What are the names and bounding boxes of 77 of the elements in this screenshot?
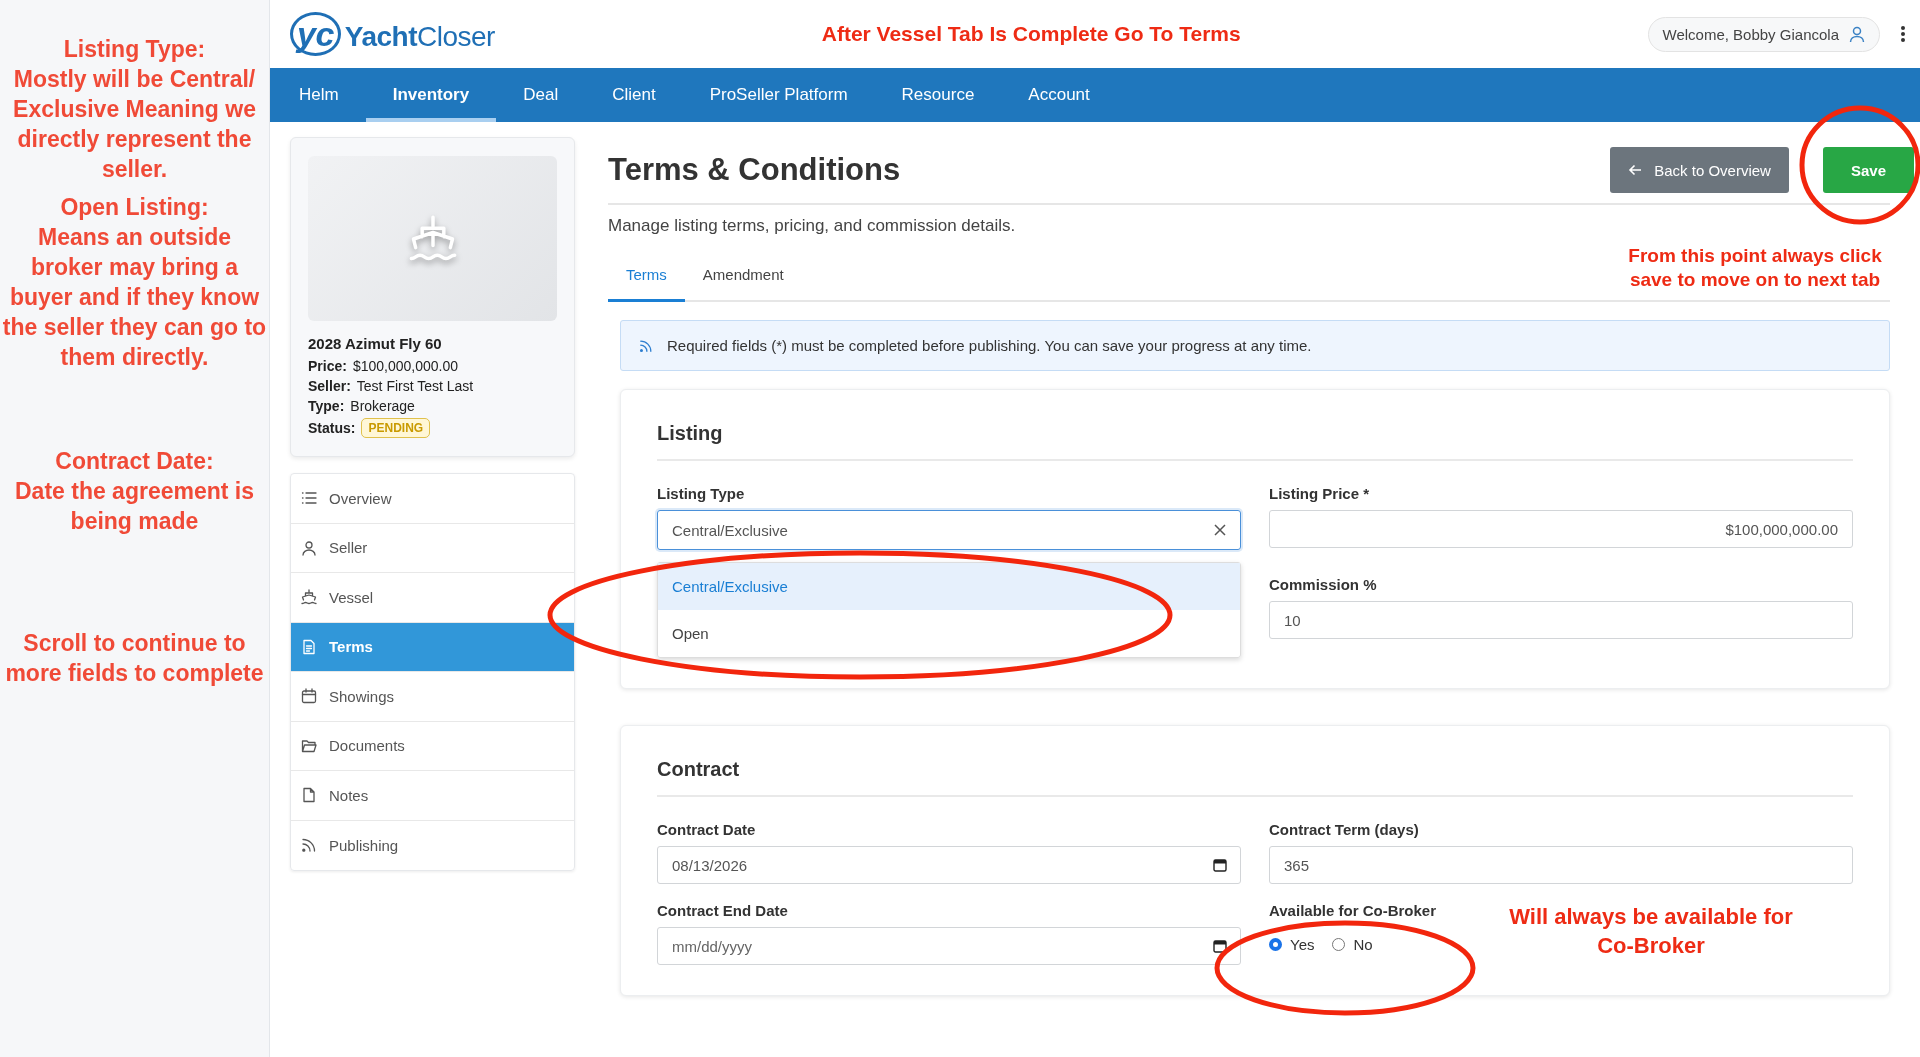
annotation-text: Will always be available for Co-Broker	[1508, 903, 1794, 960]
field-label: Listing Type	[657, 485, 746, 502]
annotation-text: Date the agreement is being made	[14, 477, 255, 536]
annotation-title: Contract Date:	[54, 447, 215, 476]
user-menu[interactable]: Welcome, Bobby Giancola	[1647, 16, 1880, 52]
field-label: Available for Co-Broker	[1269, 902, 1436, 919]
annotation-text: Means an outside broker may bring a buyer and if they know the seller they can go to them directly.	[2, 223, 267, 372]
annotation-text: After Vessel Tab Is Complete Go To Terms	[820, 22, 1242, 46]
tab[interactable]: Terms	[608, 252, 685, 302]
annotation-text: Mostly will be Central/ Exclusive Meaning we directly represent the seller.	[12, 65, 257, 184]
arrow-left-icon	[1628, 164, 1643, 176]
person-icon	[301, 539, 317, 556]
date-field[interactable]: mm/dd/yyyy	[657, 927, 1241, 965]
sidebar-item[interactable]: Notes	[291, 771, 574, 821]
field-value: Brokerage	[350, 398, 415, 414]
field-label: Contract Date	[657, 821, 757, 838]
field-label: Price:	[308, 358, 347, 374]
status-badge: PENDING	[361, 418, 431, 438]
date-field[interactable]: 08/13/2026	[657, 846, 1241, 884]
sidebar-item[interactable]: Publishing	[291, 820, 574, 870]
field-label: Listing Price *	[1269, 485, 1371, 502]
annotation-text: Scroll to continue to more fields to complete	[4, 629, 265, 688]
calendar-icon[interactable]	[1213, 858, 1227, 872]
page-title: Terms & Conditions	[608, 152, 901, 188]
section-title: Listing	[657, 422, 1853, 461]
tab[interactable]: Amendment	[684, 252, 802, 302]
document-icon	[301, 638, 317, 655]
select-field[interactable]: Central/Exclusive	[657, 510, 1241, 550]
feed-icon	[301, 837, 317, 854]
price-field[interactable]: $100,000,000.00	[1269, 510, 1853, 548]
radio-label: No	[1353, 936, 1373, 953]
sidebar-item[interactable]: Vessel	[291, 573, 574, 623]
folder-icon	[301, 737, 317, 754]
logo[interactable]: yc YachtCloser	[290, 12, 495, 56]
boat-icon	[301, 589, 317, 606]
nav-tab[interactable]: Account	[1001, 68, 1117, 122]
calendar-icon[interactable]	[1213, 939, 1227, 953]
listing-title: 2028 Azimut Fly 60	[308, 335, 443, 352]
dropdown-option[interactable]: Central/Exclusive	[658, 563, 1240, 610]
nav-tab[interactable]: Resource	[874, 68, 1002, 122]
field-value: Test First Test Last	[356, 378, 474, 394]
field-label: Status:	[308, 420, 356, 436]
field-value: $100,000,000.00	[352, 358, 459, 374]
field-label: Contract End Date	[657, 902, 789, 919]
radio-button[interactable]	[1269, 938, 1282, 951]
radio-button[interactable]	[1332, 938, 1346, 951]
sidebar-item[interactable]: Seller	[291, 523, 574, 573]
more-icon[interactable]	[1900, 25, 1906, 43]
commission-field[interactable]: 10	[1269, 601, 1853, 639]
field-label: Type:	[308, 398, 345, 414]
page-icon	[301, 787, 317, 804]
field-label: Commission %	[1269, 576, 1378, 593]
nav-tab[interactable]: Deal	[496, 68, 586, 122]
nav-tab[interactable]: Client	[585, 68, 683, 122]
list-icon	[301, 490, 317, 507]
page-subtitle: Manage listing terms, pricing, and commission details.	[608, 216, 1017, 236]
field-label: Contract Term (days)	[1269, 821, 1420, 838]
feed-icon	[639, 338, 653, 353]
close-icon[interactable]	[1214, 524, 1226, 536]
annotation-text: From this point always click save to move on to next tab	[1627, 244, 1883, 292]
back-button[interactable]: Back to Overview	[1610, 147, 1789, 193]
sidebar-item[interactable]: Documents	[291, 721, 574, 771]
annotation-title: Open Listing:	[59, 193, 210, 222]
annotation-title: Listing Type:	[62, 35, 207, 64]
nav-tab[interactable]: Inventory	[365, 68, 497, 122]
field-label: Seller:	[308, 378, 351, 394]
info-text: Required fields (*) must be completed before publishing. You can save your progress at any time.	[667, 337, 1312, 354]
user-icon	[1849, 25, 1865, 43]
sidebar-item[interactable]: Overview	[291, 474, 574, 524]
term-field[interactable]: 365	[1269, 846, 1853, 884]
dropdown-option[interactable]: Open	[658, 610, 1240, 657]
radio-label: Yes	[1290, 936, 1315, 953]
nav-tab[interactable]: ProSeller Platform	[682, 68, 875, 122]
calendar-icon	[301, 688, 317, 705]
section-title: Contract	[657, 758, 1853, 797]
sidebar-item[interactable]: Showings	[291, 672, 574, 722]
nav-tab[interactable]: Helm	[272, 68, 366, 122]
